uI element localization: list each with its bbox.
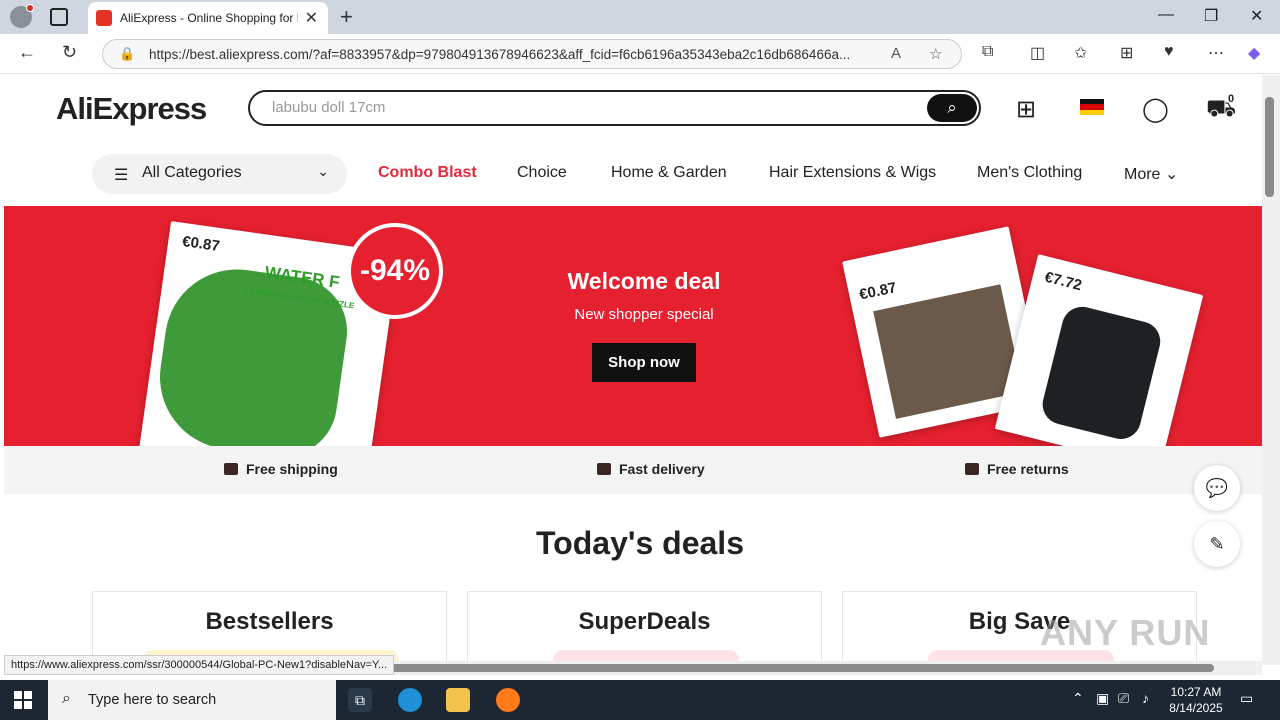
anyrun-watermark: ANY RUN bbox=[1040, 612, 1211, 653]
taskbar-search-text[interactable]: Type here to search bbox=[88, 692, 216, 708]
chevron-down-icon: ⌄ bbox=[1164, 166, 1179, 183]
search-icon[interactable]: ⌕ bbox=[927, 94, 977, 122]
network-icon[interactable]: ⎚ bbox=[1118, 690, 1129, 707]
extensions-icon[interactable]: ⧉ bbox=[982, 43, 993, 61]
banner-product-card-massager[interactable]: €7.72 bbox=[994, 254, 1204, 446]
chat-icon[interactable]: 💬 bbox=[1194, 465, 1240, 511]
minimize-icon[interactable]: — bbox=[1158, 6, 1174, 24]
deal-card-title: Bestsellers bbox=[205, 608, 334, 635]
perk-fast-delivery: Fast delivery bbox=[597, 461, 705, 477]
feedback-edit-icon[interactable]: ✎ bbox=[1194, 521, 1240, 567]
windows-start-icon[interactable] bbox=[14, 691, 32, 709]
favorites-icon[interactable]: ✩ bbox=[1074, 43, 1087, 63]
copilot-icon[interactable]: ◆ bbox=[1248, 43, 1260, 63]
aliexpress-logo[interactable]: AliExpress bbox=[56, 91, 207, 127]
tab-title: AliExpress - Online Shopping for Popular… bbox=[120, 11, 298, 25]
device-icon[interactable]: ▣ bbox=[1096, 690, 1109, 707]
url-text[interactable]: https://best.aliexpress.com/?af=8833957&… bbox=[149, 47, 929, 62]
status-bar-url: https://www.aliexpress.com/ssr/300000544… bbox=[4, 655, 395, 675]
truck-icon bbox=[224, 463, 238, 475]
nav-link-hair-extensions[interactable]: Hair Extensions & Wigs bbox=[769, 164, 936, 182]
nav-link-more[interactable]: More ⌄ bbox=[1124, 164, 1178, 184]
perk-free-returns: Free returns bbox=[965, 461, 1069, 477]
search-input[interactable]: labubu doll 17cm bbox=[272, 99, 385, 116]
search-icon: ⌕ bbox=[62, 690, 71, 707]
all-categories-label: All Categories bbox=[142, 164, 242, 181]
back-icon[interactable]: ← bbox=[18, 42, 36, 63]
nav-link-choice[interactable]: Choice bbox=[517, 164, 567, 182]
germany-flag-icon[interactable] bbox=[1080, 99, 1104, 115]
shop-now-button[interactable]: Shop now bbox=[592, 343, 696, 382]
firefox-icon[interactable] bbox=[496, 688, 520, 712]
clock-time: 10:27 AM bbox=[1170, 685, 1222, 699]
more-label: More bbox=[1124, 166, 1161, 183]
nav-link-home-garden[interactable]: Home & Garden bbox=[611, 164, 727, 182]
favorite-star-icon[interactable]: ☆ bbox=[929, 45, 942, 63]
banner-price: €0.87 bbox=[181, 232, 221, 256]
tab-close-icon[interactable]: ✕ bbox=[305, 8, 318, 28]
address-bar[interactable]: 🔒 https://best.aliexpress.com/?af=883395… bbox=[102, 39, 962, 69]
volume-icon[interactable]: ♪ bbox=[1142, 690, 1149, 706]
box-icon bbox=[597, 463, 611, 475]
massage-gun-image bbox=[1038, 302, 1165, 444]
hamburger-icon: ☰ bbox=[114, 167, 129, 184]
notifications-icon[interactable]: ▭ bbox=[1240, 690, 1253, 707]
perk-label: Free returns bbox=[987, 461, 1069, 477]
oil-sprayer-image bbox=[873, 284, 1024, 419]
banner-subtitle: New shopper special bbox=[574, 306, 714, 323]
browser-tab-bar: AliExpress - Online Shopping for Popular… bbox=[0, 0, 1280, 34]
scrollbar-thumb[interactable] bbox=[1265, 97, 1274, 197]
todays-deals-heading: Today's deals bbox=[536, 525, 744, 561]
new-tab-icon[interactable]: + bbox=[340, 4, 353, 30]
file-explorer-icon[interactable] bbox=[446, 688, 470, 712]
deal-card-title: SuperDeals bbox=[578, 608, 711, 635]
browser-tab[interactable]: AliExpress - Online Shopping for Popular… bbox=[88, 2, 328, 34]
banner-title: Welcome deal bbox=[567, 268, 721, 294]
nav-link-combo-blast[interactable]: Combo Blast bbox=[378, 164, 477, 182]
discount-badge: -94% bbox=[347, 223, 443, 319]
cart-count-badge: 0 bbox=[1228, 93, 1235, 105]
edge-browser-icon[interactable] bbox=[398, 688, 422, 712]
browser-toolbar: ← ↻ 🔒 https://best.aliexpress.com/?af=88… bbox=[0, 34, 1280, 74]
vertical-scrollbar[interactable] bbox=[1262, 75, 1280, 665]
chevron-up-icon[interactable]: ⌃ bbox=[1072, 690, 1084, 707]
clock-date: 8/14/2025 bbox=[1169, 701, 1223, 715]
taskbar-search[interactable]: ⌕ Type here to search bbox=[48, 680, 336, 720]
deal-card-superdeals[interactable]: SuperDeals bbox=[467, 591, 822, 665]
banner-price: €0.87 bbox=[857, 279, 899, 304]
page-content: AliExpress labubu doll 17cm ⌕ ⊞ ◯ ⛟ 0 ☰ … bbox=[4, 75, 1262, 665]
return-icon bbox=[965, 463, 979, 475]
read-aloud-icon[interactable]: A bbox=[891, 45, 901, 62]
perk-label: Free shipping bbox=[246, 461, 338, 477]
perks-bar: Free shipping Fast delivery Free returns bbox=[4, 446, 1262, 494]
all-categories-dropdown[interactable]: ☰ All Categories ⌄ bbox=[92, 154, 347, 194]
perk-label: Fast delivery bbox=[619, 461, 705, 477]
collections-icon[interactable]: ⊞ bbox=[1120, 43, 1133, 63]
taskbar-clock[interactable]: 10:27 AM 8/14/2025 bbox=[1166, 684, 1226, 716]
lock-icon[interactable]: 🔒 bbox=[119, 46, 135, 62]
perk-free-shipping: Free shipping bbox=[224, 461, 338, 477]
menu-icon[interactable]: ⋯ bbox=[1208, 43, 1224, 63]
task-view-icon[interactable]: ⧉ bbox=[348, 688, 372, 712]
refresh-icon[interactable]: ↻ bbox=[62, 42, 77, 63]
aliexpress-favicon-icon bbox=[96, 10, 112, 26]
window-close-icon[interactable]: ✕ bbox=[1250, 6, 1263, 26]
split-screen-icon[interactable]: ◫ bbox=[1030, 43, 1045, 63]
nav-link-mens-clothing[interactable]: Men's Clothing bbox=[977, 164, 1082, 182]
welcome-deal-banner[interactable]: €0.87 WATER F 7 FUNCTION SPRAY NOZZLE -9… bbox=[4, 206, 1262, 446]
tab-actions-icon[interactable] bbox=[50, 8, 68, 26]
banner-price: €7.72 bbox=[1042, 268, 1084, 295]
profile-icon[interactable] bbox=[10, 4, 34, 28]
windows-taskbar: ⌕ Type here to search ⧉ ⌃ ▣ ⎚ ♪ 10:27 AM… bbox=[0, 680, 1280, 720]
chevron-down-icon: ⌄ bbox=[317, 163, 329, 179]
restore-icon[interactable]: ❐ bbox=[1204, 6, 1218, 26]
account-icon[interactable]: ◯ bbox=[1142, 95, 1169, 124]
performance-icon[interactable]: ♥ bbox=[1164, 43, 1174, 61]
search-bar[interactable]: labubu doll 17cm ⌕ bbox=[248, 90, 981, 126]
deal-card-bestsellers[interactable]: Bestsellers bbox=[92, 591, 447, 665]
qr-code-icon[interactable]: ⊞ bbox=[1016, 95, 1036, 124]
